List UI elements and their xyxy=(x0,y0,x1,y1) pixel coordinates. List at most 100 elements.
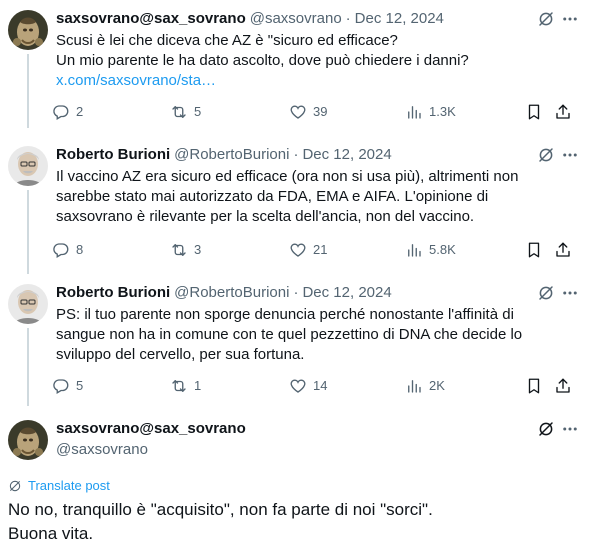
like-button[interactable]: 39 xyxy=(289,103,327,121)
tweet-text: Scusi è lei che diceva che AZ è "sicuro … xyxy=(56,31,573,91)
tweet-text: Il vaccino AZ era sicuro ed efficace (or… xyxy=(56,167,573,227)
thread-line xyxy=(27,54,29,128)
tweet-text-line: Scusi è lei che diceva che AZ è "sicuro … xyxy=(56,32,398,49)
timestamp[interactable]: Dec 12, 2024 xyxy=(302,284,391,301)
action-bar: 5 1 14 2K xyxy=(52,377,579,397)
bookmark-button[interactable] xyxy=(525,103,549,121)
repost-button[interactable]: 3 xyxy=(170,241,201,259)
avatar[interactable] xyxy=(8,284,48,324)
translate-label: Translate post xyxy=(28,478,110,493)
tweet-header: Roberto Burioni @RobertoBurioni · Dec 12… xyxy=(56,284,543,304)
like-button[interactable]: 14 xyxy=(289,377,327,395)
tweet-2[interactable]: Roberto Burioni @RobertoBurioni · Dec 12… xyxy=(0,146,593,274)
avatar[interactable] xyxy=(8,146,48,186)
repost-button[interactable]: 1 xyxy=(170,377,201,395)
reply-button[interactable]: 2 xyxy=(52,103,83,121)
share-icon xyxy=(554,377,572,395)
reply-count: 2 xyxy=(76,104,84,119)
share-button[interactable] xyxy=(554,241,578,259)
separator: · xyxy=(293,146,299,163)
tweet-text-line: sviluppo del cervello, per sua fortuna. xyxy=(56,346,305,363)
view-count: 2K xyxy=(429,378,445,393)
heart-icon xyxy=(289,377,307,395)
avatar-image xyxy=(8,146,48,186)
main-tweet-text: No no, tranquillo è "acquisito", non fa … xyxy=(8,498,433,546)
grok-icon[interactable] xyxy=(537,10,555,28)
user-handle[interactable]: @RobertoBurioni xyxy=(174,146,289,163)
avatar[interactable] xyxy=(8,420,48,460)
reply-count: 5 xyxy=(76,378,84,393)
user-handle[interactable]: @saxsovrano xyxy=(56,441,148,458)
avatar-image xyxy=(8,284,48,324)
reply-icon xyxy=(52,241,70,259)
display-name[interactable]: saxsovrano@sax_sovrano xyxy=(56,420,246,437)
more-icon[interactable] xyxy=(561,420,579,438)
separator: · xyxy=(345,10,351,27)
grok-icon[interactable] xyxy=(537,420,555,438)
bookmark-icon xyxy=(525,241,543,259)
view-count: 5.8K xyxy=(429,242,456,257)
views-button[interactable]: 5.8K xyxy=(405,241,456,259)
share-icon xyxy=(554,241,572,259)
share-button[interactable] xyxy=(554,103,578,121)
display-name[interactable]: Roberto Burioni xyxy=(56,146,170,163)
reply-count: 8 xyxy=(76,242,84,257)
tweet-link[interactable]: x.com/saxsovrano/sta… xyxy=(56,71,573,91)
tweet-text-line: Il vaccino AZ era sicuro ed efficace (or… xyxy=(56,168,519,185)
views-icon xyxy=(405,377,423,395)
repost-count: 1 xyxy=(194,378,202,393)
reply-button[interactable]: 5 xyxy=(52,377,83,395)
heart-icon xyxy=(289,103,307,121)
display-name[interactable]: saxsovrano@sax_sovrano xyxy=(56,10,246,27)
views-button[interactable]: 2K xyxy=(405,377,445,395)
like-button[interactable]: 21 xyxy=(289,241,327,259)
tweet-header: saxsovrano@sax_sovrano @saxsovrano · Dec… xyxy=(56,10,543,30)
tweet-text-line: saxsovrano è rilevante per la scelta del… xyxy=(56,208,475,225)
user-handle[interactable]: @saxsovrano xyxy=(250,10,342,27)
globe-icon xyxy=(8,479,22,493)
heart-icon xyxy=(289,241,307,259)
timestamp[interactable]: Dec 12, 2024 xyxy=(302,146,391,163)
reply-button[interactable]: 8 xyxy=(52,241,83,259)
more-icon[interactable] xyxy=(561,146,579,164)
grok-icon[interactable] xyxy=(537,146,555,164)
repost-icon xyxy=(170,377,188,395)
reply-icon xyxy=(52,103,70,121)
tweet-text: PS: il tuo parente non sporge denuncia p… xyxy=(56,305,573,365)
bookmark-icon xyxy=(525,103,543,121)
tweet-handle-row: @saxsovrano xyxy=(56,441,543,461)
thread-line xyxy=(27,190,29,274)
avatar-image xyxy=(8,10,48,50)
action-bar: 8 3 21 5.8K xyxy=(52,241,579,261)
tweet-3[interactable]: Roberto Burioni @RobertoBurioni · Dec 12… xyxy=(0,284,593,406)
tweet-text-line: PS: il tuo parente non sporge denuncia p… xyxy=(56,306,514,323)
avatar[interactable] xyxy=(8,10,48,50)
repost-icon xyxy=(170,103,188,121)
separator: · xyxy=(293,284,299,301)
share-icon xyxy=(554,103,572,121)
tweet-header: saxsovrano@sax_sovrano xyxy=(56,420,543,440)
timestamp[interactable]: Dec 12, 2024 xyxy=(355,10,444,27)
translate-post-link[interactable]: Translate post xyxy=(8,478,110,493)
repost-count: 5 xyxy=(194,104,202,119)
repost-icon xyxy=(170,241,188,259)
repost-button[interactable]: 5 xyxy=(170,103,201,121)
repost-count: 3 xyxy=(194,242,202,257)
user-handle[interactable]: @RobertoBurioni xyxy=(174,284,289,301)
bookmark-button[interactable] xyxy=(525,377,549,395)
more-icon[interactable] xyxy=(561,284,579,302)
view-count: 1.3K xyxy=(429,104,456,119)
bookmark-button[interactable] xyxy=(525,241,549,259)
share-button[interactable] xyxy=(554,377,578,395)
reply-icon xyxy=(52,377,70,395)
display-name[interactable]: Roberto Burioni xyxy=(56,284,170,301)
main-tweet-text-line: No no, tranquillo è "acquisito", non fa … xyxy=(8,500,433,519)
tweet-1[interactable]: saxsovrano@sax_sovrano @saxsovrano · Dec… xyxy=(0,10,593,128)
views-button[interactable]: 1.3K xyxy=(405,103,456,121)
thread-line xyxy=(27,328,29,406)
more-icon[interactable] xyxy=(561,10,579,28)
like-count: 39 xyxy=(313,104,328,119)
tweet-header: Roberto Burioni @RobertoBurioni · Dec 12… xyxy=(56,146,543,166)
views-icon xyxy=(405,103,423,121)
grok-icon[interactable] xyxy=(537,284,555,302)
